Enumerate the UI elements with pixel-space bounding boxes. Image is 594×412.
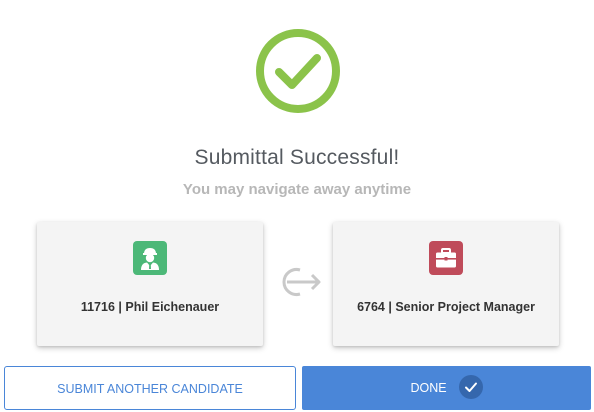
briefcase-icon — [429, 241, 463, 275]
page-title: Submittal Successful! — [194, 146, 400, 169]
submit-another-label: SUBMIT ANOTHER CANDIDATE — [57, 382, 243, 396]
candidate-card[interactable]: 11716 | Phil Eichenauer — [37, 222, 263, 346]
page-subtitle: You may navigate away anytime — [182, 181, 412, 198]
submittal-success-dialog: Submittal Successful! You may navigate a… — [0, 0, 594, 412]
arrow-right-circle-icon — [282, 268, 321, 296]
job-card[interactable]: 6764 | Senior Project Manager — [333, 222, 559, 346]
submit-another-candidate-button[interactable]: SUBMIT ANOTHER CANDIDATE — [4, 366, 296, 410]
check-icon — [458, 375, 483, 400]
done-label: DONE — [410, 381, 447, 395]
candidate-label: 11716 | Phil Eichenauer — [80, 300, 220, 314]
check-circle-icon — [256, 29, 340, 113]
done-button[interactable]: DONE — [302, 366, 591, 410]
job-label: 6764 | Senior Project Manager — [357, 300, 535, 314]
person-icon — [133, 241, 167, 275]
